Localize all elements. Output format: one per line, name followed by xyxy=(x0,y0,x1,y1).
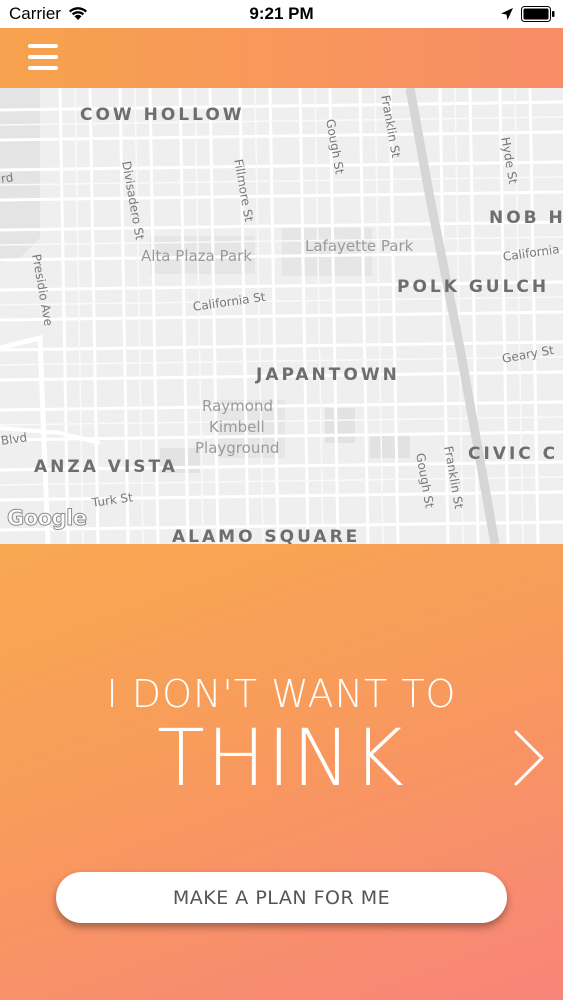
clock-time: 9:21 PM xyxy=(249,4,314,23)
park-label: Alta Plaza Park xyxy=(141,247,252,265)
district-label: ANZA VISTA xyxy=(34,457,178,477)
prompt-panel: I DON'T WANT TO THINK MAKE A PLAN FOR ME xyxy=(0,544,563,1000)
park-label: Lafayette Park xyxy=(305,237,414,255)
chevron-right-icon[interactable] xyxy=(510,728,548,788)
status-bar: Carrier 9:21 PM xyxy=(0,0,563,28)
google-attribution-logo[interactable]: Google xyxy=(7,506,88,531)
park-label: Kimbell xyxy=(209,418,265,436)
app-header xyxy=(0,28,563,88)
location-arrow-icon xyxy=(500,6,514,26)
battery-icon xyxy=(521,6,555,22)
headline-big: THINK xyxy=(157,714,406,804)
headline-small: I DON'T WANT TO xyxy=(106,672,457,716)
district-label: CIVIC C xyxy=(468,444,559,464)
hamburger-menu-icon[interactable] xyxy=(26,42,60,72)
district-label: COW HOLLOW xyxy=(80,105,245,125)
district-label: POLK GULCH xyxy=(397,277,550,297)
district-label: ALAMO SQUARE xyxy=(172,527,361,544)
park-label: Playground xyxy=(195,439,280,457)
district-label: JAPANTOWN xyxy=(256,365,400,385)
district-label: NOB H xyxy=(489,208,563,228)
make-plan-button[interactable]: MAKE A PLAN FOR ME xyxy=(56,872,507,923)
map-view[interactable]: COW HOLLOW NOB H POLK GULCH JAPANTOWN AN… xyxy=(0,88,563,544)
park-label: Raymond xyxy=(202,397,273,415)
street-label: rd xyxy=(0,170,15,186)
